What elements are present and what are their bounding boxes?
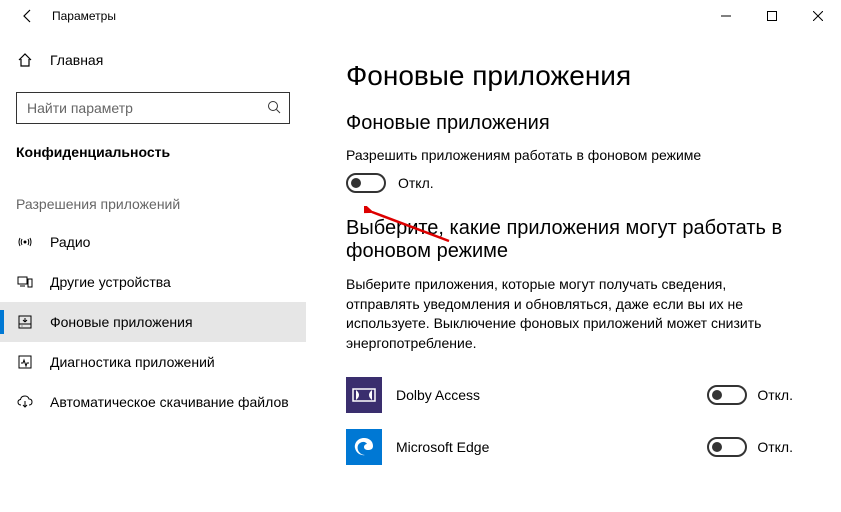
devices-icon: [16, 273, 34, 291]
toggle-knob: [712, 442, 722, 452]
titlebar: Параметры: [0, 0, 841, 32]
sidebar-item-radio[interactable]: Радио: [0, 222, 306, 262]
home-nav[interactable]: Главная: [0, 40, 306, 80]
cloud-download-icon: [16, 393, 34, 411]
app-row: Microsoft Edge Откл.: [346, 421, 801, 473]
content-area: Фоновые приложения Фоновые приложения Ра…: [306, 32, 841, 512]
app-name: Dolby Access: [396, 387, 693, 403]
search-icon: [267, 100, 281, 117]
sidebar-item-label: Радио: [50, 234, 90, 250]
group-title: Разрешения приложений: [0, 168, 306, 222]
sidebar-item-auto-downloads[interactable]: Автоматическое скачивание файлов: [0, 382, 306, 422]
home-icon: [16, 51, 34, 69]
sidebar-item-background-apps[interactable]: Фоновые приложения: [0, 302, 306, 342]
maximize-button[interactable]: [749, 0, 795, 32]
dolby-icon: [346, 377, 382, 413]
search-box[interactable]: [16, 92, 290, 124]
sidebar: Главная Конфиденциальность Разрешения пр…: [0, 32, 306, 512]
toggle-knob: [351, 178, 361, 188]
app-toggle[interactable]: [707, 385, 747, 405]
minimize-button[interactable]: [703, 0, 749, 32]
close-button[interactable]: [795, 0, 841, 32]
app-row: Dolby Access Откл.: [346, 369, 801, 421]
background-apps-icon: [16, 313, 34, 331]
diagnostics-icon: [16, 353, 34, 371]
sidebar-item-label: Другие устройства: [50, 274, 171, 290]
app-toggle[interactable]: [707, 437, 747, 457]
home-label: Главная: [50, 52, 103, 68]
radio-icon: [16, 233, 34, 251]
allow-label: Разрешить приложениям работать в фоновом…: [346, 147, 801, 163]
sidebar-item-label: Фоновые приложения: [50, 314, 193, 330]
page-title: Фоновые приложения: [346, 60, 801, 92]
category-title: Конфиденциальность: [0, 124, 306, 168]
section-title-2: Выберите, какие приложения могут работат…: [346, 217, 786, 263]
sidebar-item-app-diagnostics[interactable]: Диагностика приложений: [0, 342, 306, 382]
app-name: Microsoft Edge: [396, 439, 693, 455]
sidebar-item-other-devices[interactable]: Другие устройства: [0, 262, 306, 302]
window-controls: [703, 0, 841, 32]
sidebar-item-label: Диагностика приложений: [50, 354, 215, 370]
master-toggle-state: Откл.: [398, 175, 434, 191]
window-title: Параметры: [52, 9, 116, 23]
search-input[interactable]: [25, 99, 267, 117]
section-description: Выберите приложения, которые могут получ…: [346, 275, 766, 353]
toggle-knob: [712, 390, 722, 400]
back-button[interactable]: [8, 8, 48, 24]
app-toggle-state: Откл.: [757, 439, 793, 455]
sidebar-item-label: Автоматическое скачивание файлов: [50, 394, 289, 410]
app-toggle-state: Откл.: [757, 387, 793, 403]
section-title: Фоновые приложения: [346, 112, 801, 135]
master-toggle[interactable]: [346, 173, 386, 193]
edge-icon: [346, 429, 382, 465]
